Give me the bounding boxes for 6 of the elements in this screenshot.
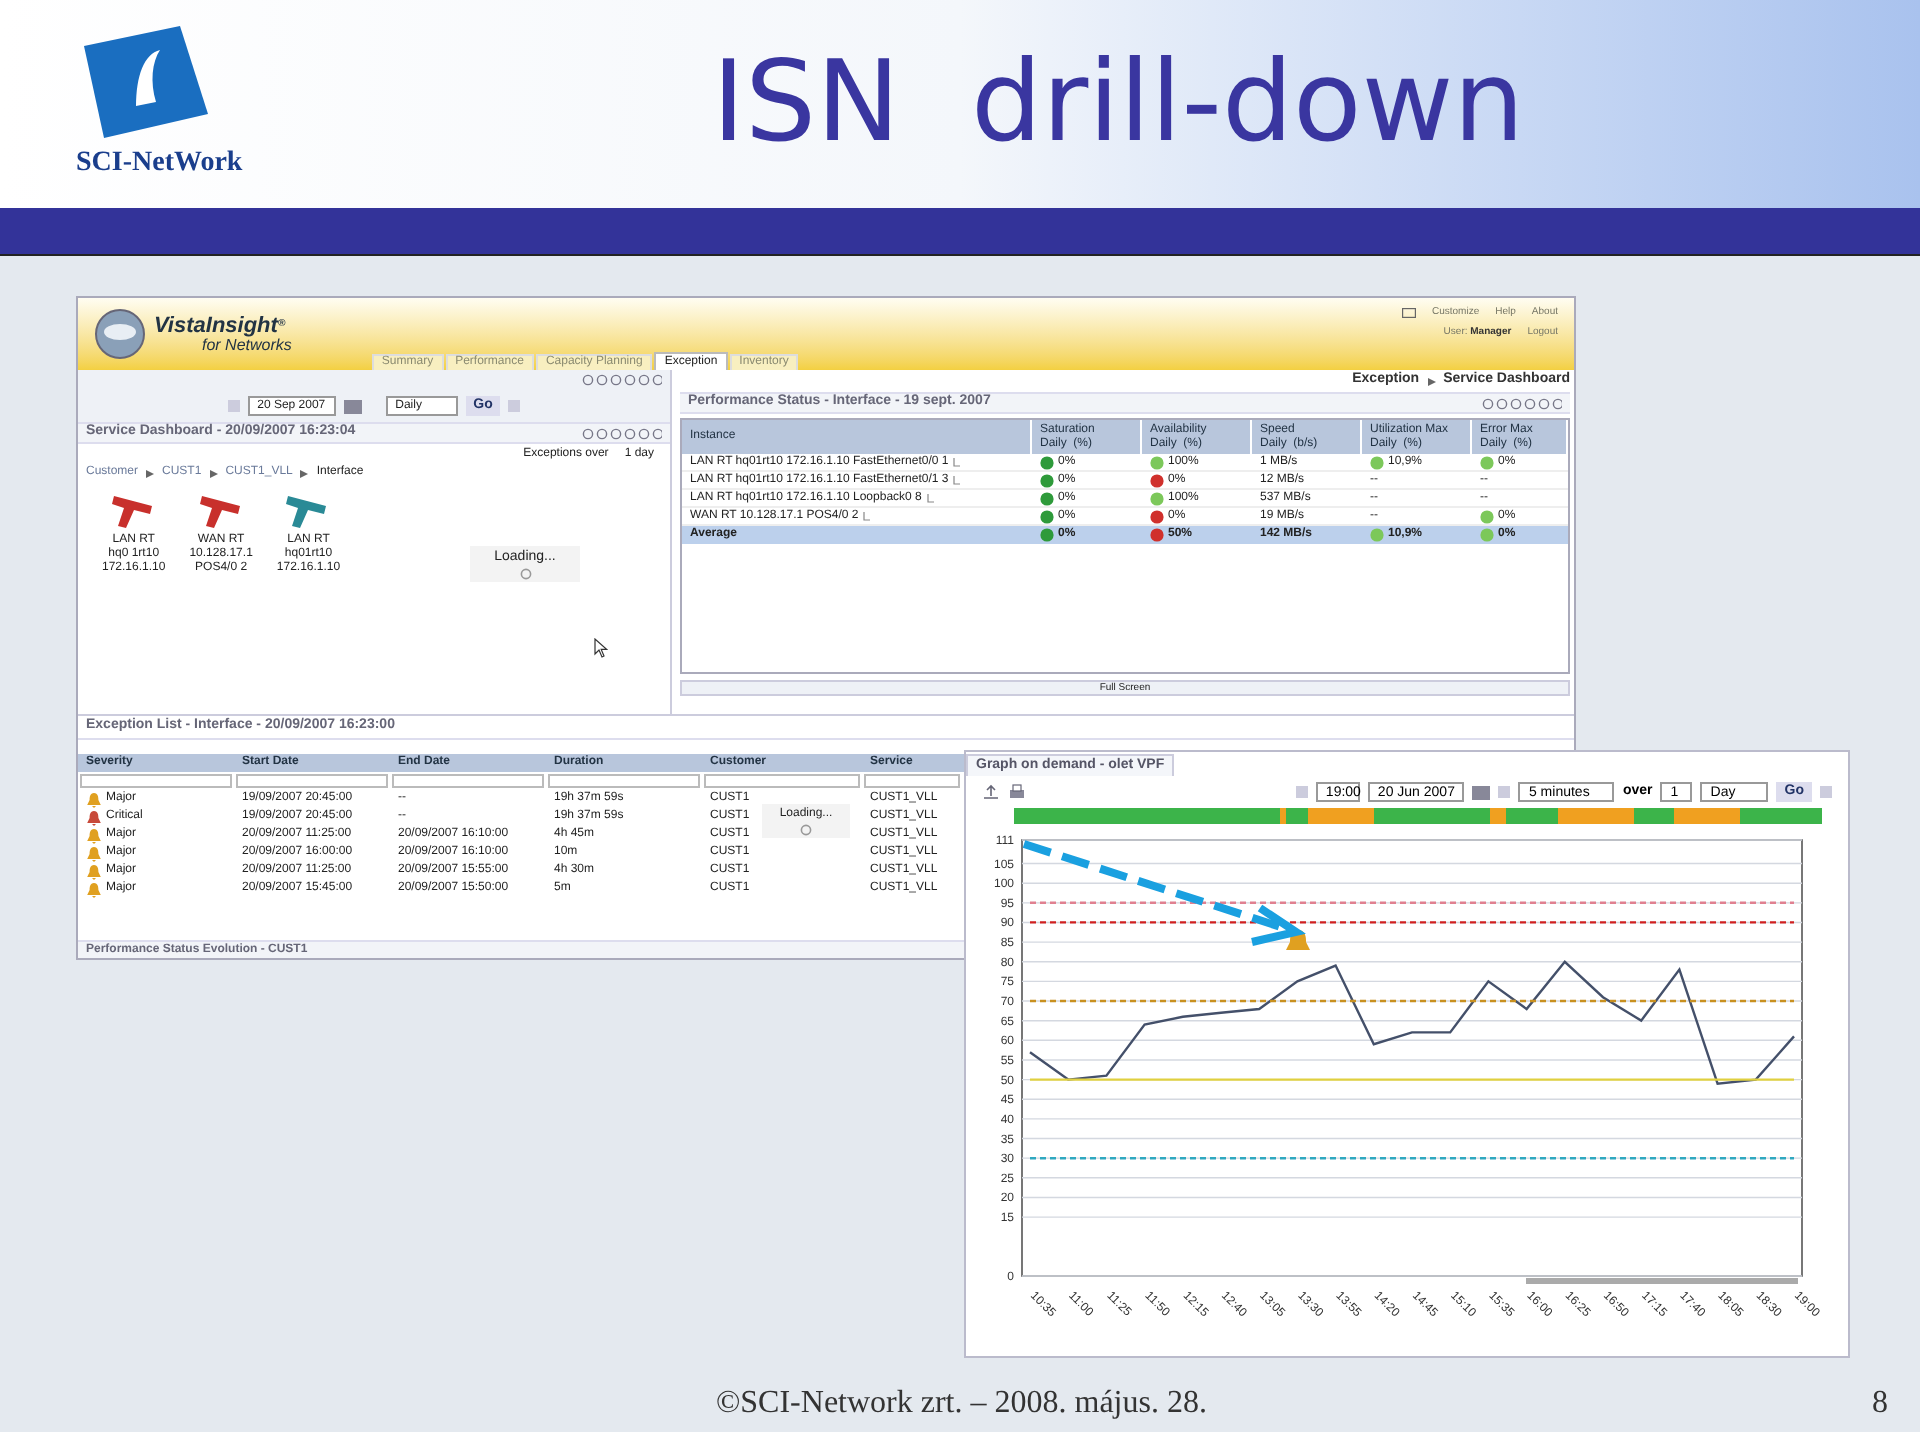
footer-text: ©SCI-Network zrt. – 2008. május. 28.: [716, 1384, 1207, 1424]
page-number: 8: [1872, 1384, 1888, 1424]
brand-subtitle: for Networks: [202, 337, 292, 353]
brand-name: VistaInsight$^{®}$: [154, 315, 288, 337]
slide-title: ISN drill-down: [712, 36, 1525, 172]
logo-text: SCI-NetWork: [76, 145, 243, 181]
